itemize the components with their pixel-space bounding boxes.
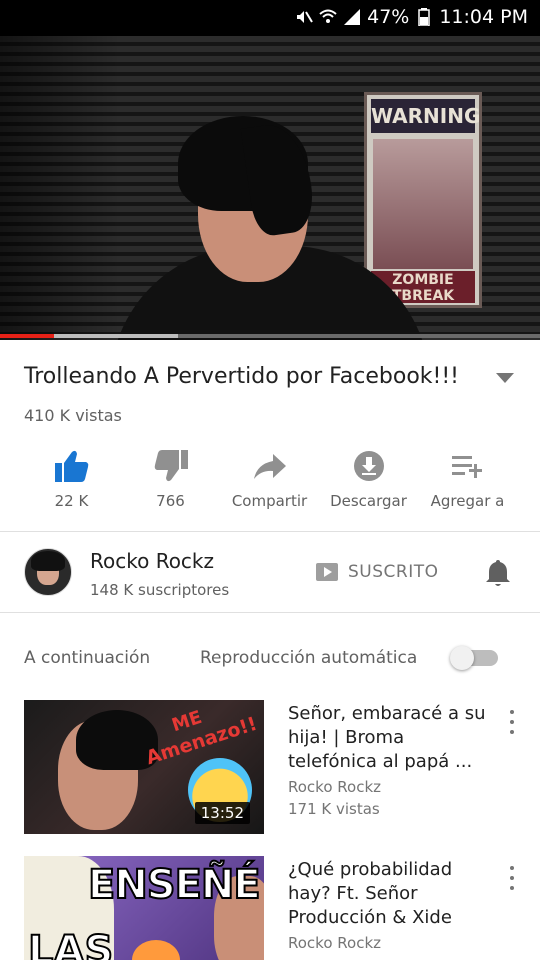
video-thumbnail[interactable]: ENSEÑÉ LAS [24, 856, 264, 960]
more-options-icon[interactable] [504, 866, 520, 890]
video-title: Trolleando A Pervertido por Facebook!!! [24, 364, 459, 389]
thumbs-down-icon [153, 446, 189, 486]
autoplay-toggle[interactable] [450, 646, 500, 670]
view-count: 410 K vistas [24, 406, 122, 425]
subscriber-count: 148 K suscriptores [90, 581, 230, 599]
download-button[interactable]: Descargar [319, 440, 418, 530]
sign-artwork [373, 139, 473, 269]
clock: 11:04 PM [439, 6, 528, 28]
sign-header: WARNING [371, 99, 480, 133]
chevron-down-icon [496, 373, 514, 383]
video-info: Trolleando A Pervertido por Facebook!!! … [0, 340, 540, 436]
notification-bell-icon[interactable] [484, 558, 512, 588]
battery-icon [415, 7, 433, 27]
share-icon [253, 446, 287, 486]
add-to-playlist-icon [451, 446, 485, 486]
more-options-icon[interactable] [504, 710, 520, 734]
channel-avatar[interactable] [24, 548, 72, 596]
thumbs-up-icon [54, 446, 90, 486]
subscribed-icon [316, 563, 338, 581]
video-title: ¿Qué probabilidad hay? Ft. Señor Producc… [288, 859, 453, 928]
download-icon [353, 446, 385, 486]
like-button[interactable]: 22 K [22, 440, 121, 530]
subscribed-button[interactable]: SUSCRITO [348, 562, 439, 582]
video-views: 171 K vistas [288, 800, 380, 818]
share-button[interactable]: Compartir [220, 440, 319, 530]
video-thumbnail[interactable]: ME Amenazo!! 13:52 [24, 700, 264, 834]
list-item[interactable]: ENSEÑÉ LAS ¿Qué probabilidad hay? Ft. Se… [0, 856, 540, 960]
up-next-header: A continuación Reproducción automática [0, 614, 540, 700]
status-icons: 47% 11:04 PM [295, 6, 528, 28]
list-item[interactable]: ME Amenazo!! 13:52 Señor, embaracé a su … [0, 700, 540, 840]
video-channel: Rocko Rockz [288, 934, 382, 952]
up-next-label: A continuación [24, 648, 151, 668]
channel-name[interactable]: Rocko Rockz [90, 549, 214, 573]
divider [0, 612, 540, 613]
dislike-button[interactable]: 766 [121, 440, 220, 530]
wifi-icon [319, 7, 337, 27]
thumbnail-text: LAS [27, 927, 114, 960]
channel-row: Rocko Rockz 148 K suscriptores SUSCRITO [0, 532, 540, 612]
autoplay-label: Reproducción automática [200, 648, 418, 668]
action-bar: 22 K 766 Compartir Descargar Agregar a [0, 440, 540, 530]
battery-percent: 47% [367, 6, 410, 28]
video-channel: Rocko Rockz [288, 778, 382, 796]
progress-bar[interactable] [0, 334, 540, 338]
mute-icon [295, 7, 313, 27]
status-bar: 47% 11:04 PM [0, 0, 540, 36]
video-duration: 13:52 [194, 802, 250, 824]
signal-icon [343, 7, 361, 27]
video-title: Señor, embaracé a su hija! | Broma telef… [288, 703, 486, 772]
video-player[interactable]: WARNING ZOMBIE TBREAK [0, 36, 540, 340]
warning-sign: WARNING ZOMBIE TBREAK [364, 92, 482, 308]
thumbnail-text: ENSEÑÉ [87, 861, 262, 909]
expand-description-button[interactable] [492, 368, 518, 388]
progress-played [0, 334, 54, 338]
add-to-playlist-button[interactable]: Agregar a [418, 440, 517, 530]
